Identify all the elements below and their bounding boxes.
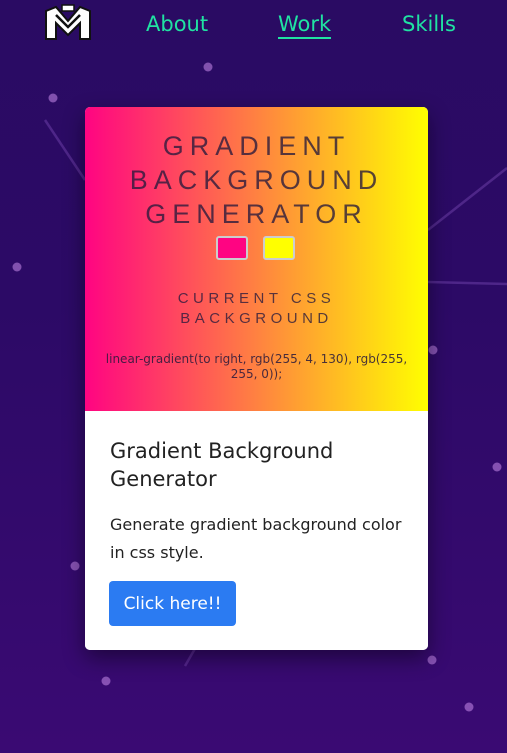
background-line (427, 167, 507, 231)
card-title: Gradient Background Generator (110, 439, 334, 491)
background-dot (427, 655, 437, 665)
background-dot (203, 62, 213, 72)
css-output-text: linear-gradient(to right, rgb(255, 4, 13… (105, 352, 408, 381)
nav-link-work[interactable]: Work (278, 12, 332, 39)
project-preview-image: GRADIENT BACKGROUND GENERATOR CURRENT CS… (85, 107, 428, 411)
background-dot (464, 702, 474, 712)
click-here-button[interactable]: Click here!! (109, 581, 236, 626)
background-dot (492, 462, 502, 472)
card-description: Generate gradient background color in cs… (110, 515, 402, 562)
color-swatch-1[interactable] (216, 236, 248, 260)
background-dot (101, 676, 111, 686)
color-swatch-2[interactable] (263, 236, 295, 260)
preview-title: GRADIENT BACKGROUND GENERATOR (129, 131, 384, 229)
background-dot (48, 93, 58, 103)
background-dot (12, 262, 22, 272)
logo-icon[interactable] (42, 3, 94, 43)
project-card: GRADIENT BACKGROUND GENERATOR CURRENT CS… (85, 107, 428, 650)
nav-link-about[interactable]: About (146, 12, 208, 36)
nav-link-skills[interactable]: Skills (402, 12, 456, 36)
card-body: Gradient Background Generator Generate g… (85, 411, 428, 650)
background-line (43, 119, 87, 181)
current-css-label: CURRENT CSS BACKGROUND (177, 290, 336, 327)
background-dot (428, 345, 438, 355)
top-nav: About Work Skills (0, 0, 507, 50)
background-line (427, 280, 507, 286)
background-dot (70, 561, 80, 571)
